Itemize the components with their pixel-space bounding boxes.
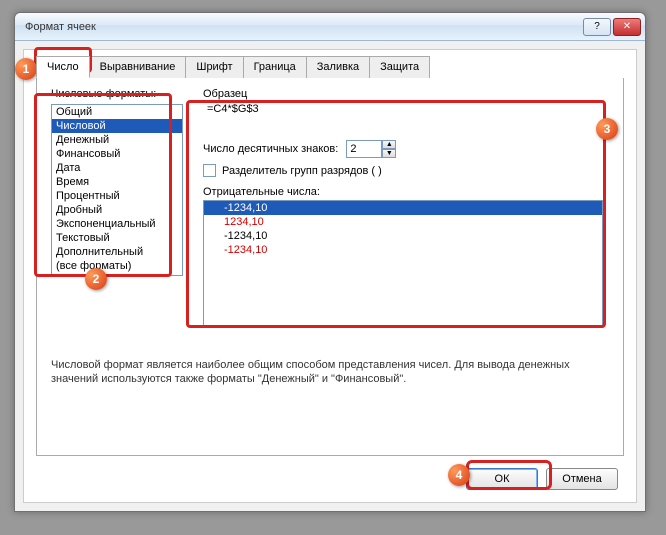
sample-label: Образец bbox=[203, 88, 247, 100]
format-item[interactable]: Экспоненциальный bbox=[52, 217, 182, 231]
format-item[interactable]: Денежный bbox=[52, 133, 182, 147]
format-item[interactable]: Текстовый bbox=[52, 231, 182, 245]
titlebar: Формат ячеек ? ✕ bbox=[15, 13, 645, 41]
tab-strip: Число Выравнивание Шрифт Граница Заливка… bbox=[36, 56, 429, 78]
formats-listbox[interactable]: Общий Числовой Денежный Финансовый Дата … bbox=[51, 104, 183, 276]
window-title: Формат ячеек bbox=[25, 21, 583, 33]
negatives-listbox[interactable]: -1234,10 1234,10 -1234,10 -1234,10 bbox=[203, 200, 603, 328]
tab-panel: Числовые форматы: Общий Числовой Денежны… bbox=[36, 78, 624, 456]
format-item[interactable]: Числовой bbox=[52, 119, 182, 133]
tab-font[interactable]: Шрифт bbox=[185, 56, 243, 78]
negative-item[interactable]: -1234,10 bbox=[204, 229, 602, 243]
format-item[interactable]: Процентный bbox=[52, 189, 182, 203]
tab-protection[interactable]: Защита bbox=[369, 56, 430, 78]
tab-number[interactable]: Число bbox=[36, 56, 90, 78]
window-buttons: ? ✕ bbox=[583, 18, 641, 36]
format-item[interactable]: Дополнительный bbox=[52, 245, 182, 259]
separator-checkbox[interactable] bbox=[203, 164, 216, 177]
format-item[interactable]: Время bbox=[52, 175, 182, 189]
format-item[interactable]: Дробный bbox=[52, 203, 182, 217]
cancel-button[interactable]: Отмена bbox=[546, 468, 618, 490]
decimals-input[interactable] bbox=[346, 140, 382, 158]
negatives-label: Отрицательные числа: bbox=[203, 186, 320, 198]
help-button[interactable]: ? bbox=[583, 18, 611, 36]
spin-up-icon[interactable]: ▲ bbox=[382, 140, 396, 149]
formats-label: Числовые форматы: bbox=[51, 88, 156, 100]
ok-button[interactable]: ОК bbox=[466, 468, 538, 490]
separator-label: Разделитель групп разрядов ( ) bbox=[222, 165, 382, 177]
close-button[interactable]: ✕ bbox=[613, 18, 641, 36]
client-area: Число Выравнивание Шрифт Граница Заливка… bbox=[23, 49, 637, 503]
format-item[interactable]: (все форматы) bbox=[52, 259, 182, 273]
separator-row: Разделитель групп разрядов ( ) bbox=[203, 164, 382, 177]
dialog-buttons: ОК Отмена bbox=[466, 468, 618, 490]
sample-value: =C4*$G$3 bbox=[203, 102, 603, 120]
spin-down-icon[interactable]: ▼ bbox=[382, 149, 396, 158]
format-item[interactable]: Дата bbox=[52, 161, 182, 175]
tab-alignment[interactable]: Выравнивание bbox=[89, 56, 187, 78]
decimals-spinner[interactable]: ▲ ▼ bbox=[346, 140, 396, 158]
tab-border[interactable]: Граница bbox=[243, 56, 307, 78]
negative-item[interactable]: -1234,10 bbox=[204, 243, 602, 257]
decimals-row: Число десятичных знаков: ▲ ▼ bbox=[203, 140, 396, 158]
description-text: Числовой формат является наиболее общим … bbox=[51, 358, 609, 387]
negative-item[interactable]: -1234,10 bbox=[204, 201, 602, 215]
negative-item[interactable]: 1234,10 bbox=[204, 215, 602, 229]
format-item[interactable]: Общий bbox=[52, 105, 182, 119]
format-item[interactable]: Финансовый bbox=[52, 147, 182, 161]
decimals-label: Число десятичных знаков: bbox=[203, 143, 338, 155]
dialog-window: Формат ячеек ? ✕ Число Выравнивание Шриф… bbox=[14, 12, 646, 512]
tab-fill[interactable]: Заливка bbox=[306, 56, 370, 78]
